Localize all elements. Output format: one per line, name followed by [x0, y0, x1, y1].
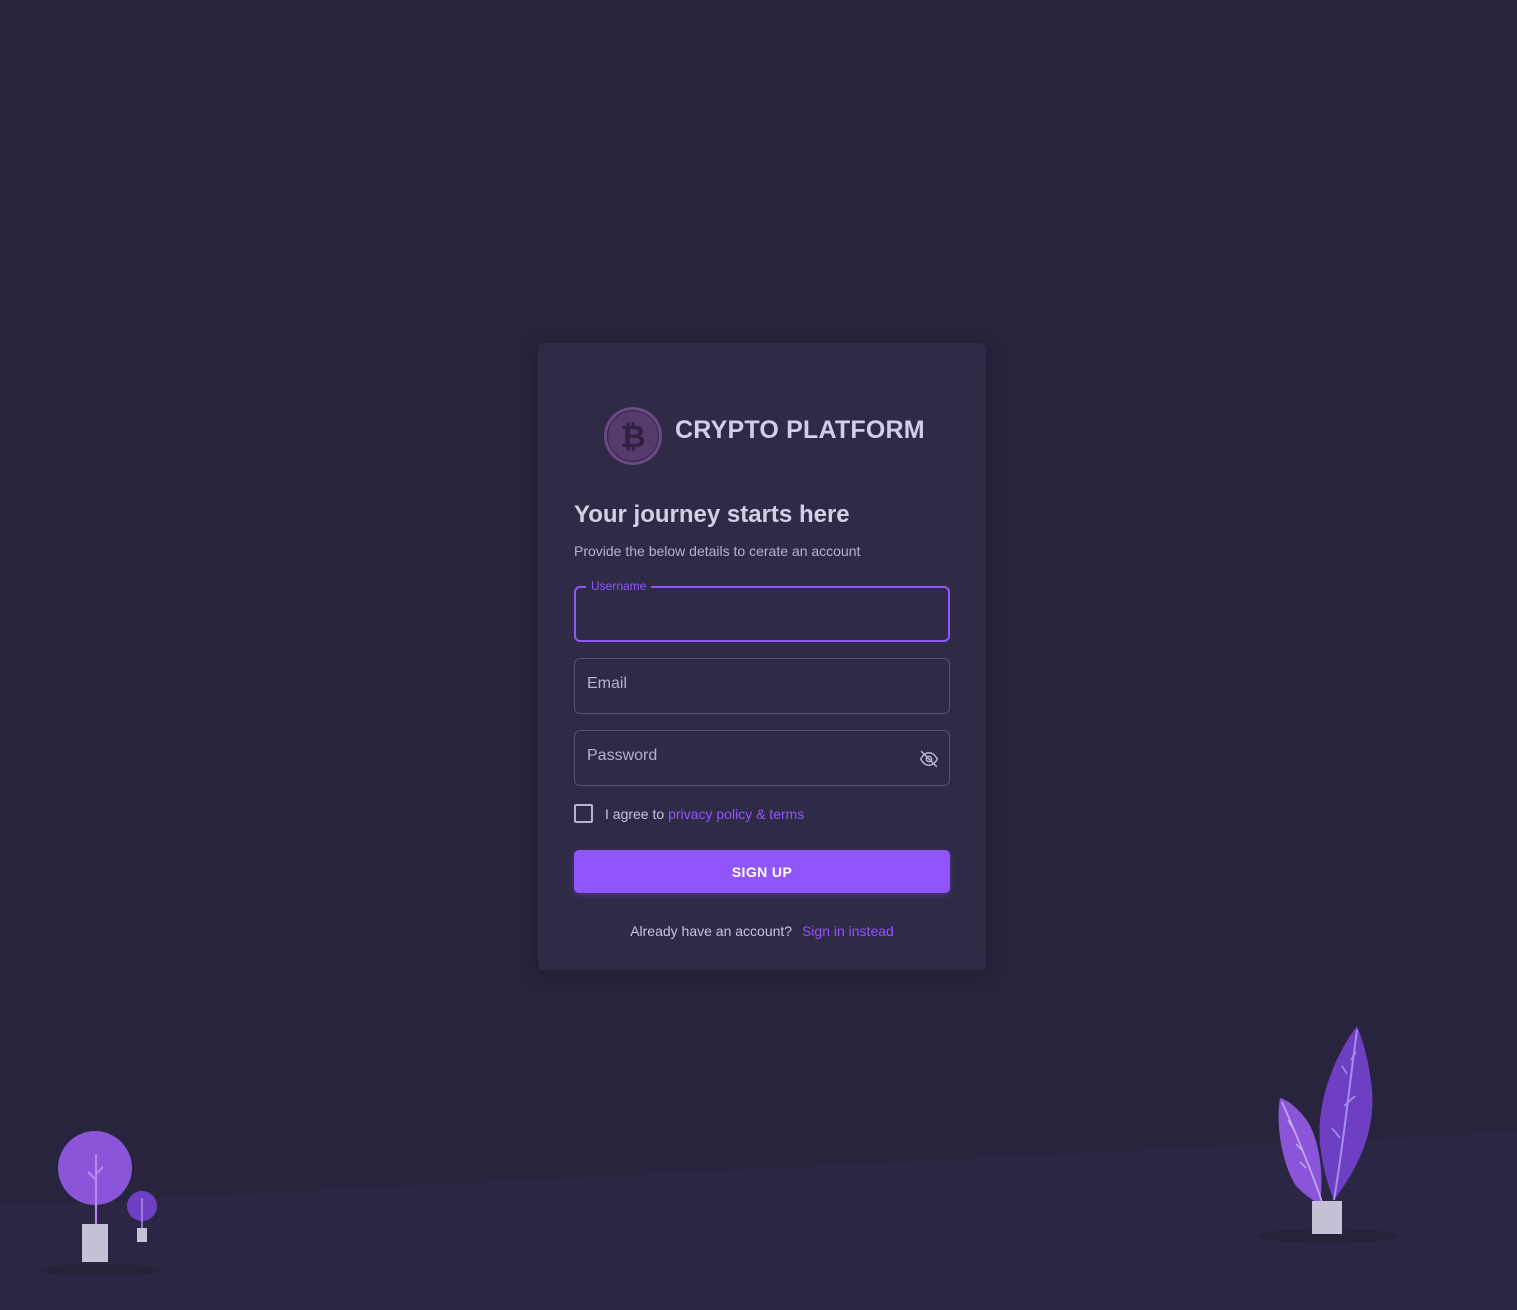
password-field: Password: [574, 730, 950, 786]
privacy-policy-link[interactable]: privacy policy & terms: [668, 806, 804, 822]
eye-off-icon[interactable]: [919, 749, 939, 769]
sign-up-button[interactable]: SIGN UP: [574, 850, 950, 893]
terms-agreement: I agree to privacy policy & terms: [574, 804, 804, 823]
signup-card: ₿ CRYPTO PLATFORM Your journey starts he…: [538, 343, 986, 970]
sign-in-prompt-text: Already have an account?: [630, 923, 793, 939]
sign-in-link[interactable]: Sign in instead: [802, 923, 894, 939]
brand-name: CRYPTO PLATFORM: [675, 415, 925, 444]
tree-illustration: [40, 1131, 162, 1276]
username-field: Username: [574, 579, 950, 642]
page-subtitle: Provide the below details to cerate an a…: [574, 543, 861, 559]
sign-in-prompt: Already have an account? Sign in instead: [538, 923, 986, 939]
page-title: Your journey starts here: [574, 501, 850, 528]
agree-checkbox[interactable]: [574, 804, 593, 823]
brand: ₿ CRYPTO PLATFORM: [602, 405, 925, 467]
email-label: Email: [587, 675, 628, 692]
agree-text: I agree to: [605, 805, 665, 822]
plant-illustration: [1258, 1026, 1400, 1243]
username-input[interactable]: [576, 588, 948, 640]
svg-text:₿: ₿: [620, 419, 645, 455]
bitcoin-coin-icon: ₿: [604, 407, 662, 465]
password-label: Password: [587, 747, 658, 764]
email-field: Email: [574, 658, 950, 714]
email-input[interactable]: [575, 659, 949, 713]
signup-page: ₿ CRYPTO PLATFORM Your journey starts he…: [0, 0, 1517, 1310]
